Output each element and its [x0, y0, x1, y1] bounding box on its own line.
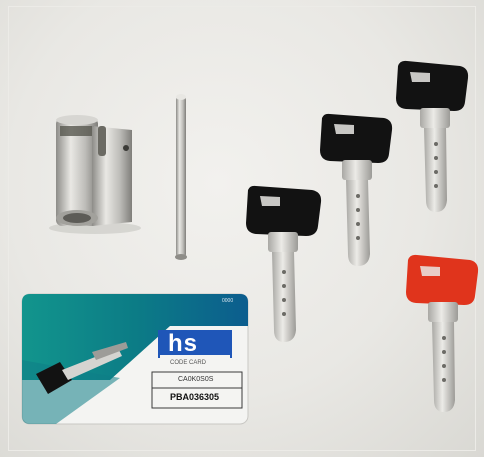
card-code: CA0K0S0S: [178, 376, 214, 383]
product-photo: hs CODE CARD CA0K0S0S PBA036305 0000: [0, 0, 484, 457]
key-red: [406, 254, 479, 412]
key-black-2: [320, 113, 393, 266]
card-corner-text: 0000: [222, 298, 234, 304]
key-black-1: [246, 185, 322, 342]
card-brand-logo: hs: [168, 330, 199, 357]
key-black-3: [396, 60, 469, 212]
cylinder-screw: [175, 94, 187, 260]
code-card: [21, 293, 249, 425]
card-title: CODE CARD: [170, 360, 207, 366]
product-illustration: [21, 60, 479, 425]
lock-cylinder: [49, 115, 141, 234]
card-number: PBA036305: [170, 392, 220, 402]
